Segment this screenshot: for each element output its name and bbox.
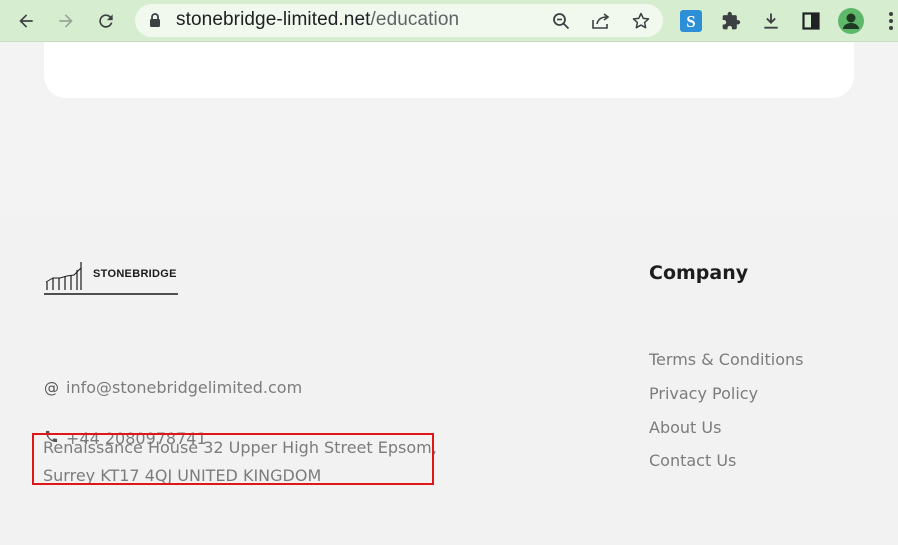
menu-icon[interactable]: [878, 8, 898, 34]
lock-icon: [150, 13, 160, 27]
address-highlight-box: [32, 433, 434, 485]
reload-button[interactable]: [91, 6, 121, 36]
content-card: [44, 42, 854, 98]
svg-text:S: S: [686, 12, 695, 31]
zoom-icon[interactable]: [550, 10, 572, 32]
email-link[interactable]: info@stonebridgelimited.com: [66, 378, 302, 397]
privacy-link[interactable]: Privacy Policy: [649, 384, 758, 403]
back-button[interactable]: [11, 6, 41, 36]
forward-button[interactable]: [51, 6, 81, 36]
back-arrow-icon: [19, 14, 33, 28]
profile-icon[interactable]: [838, 8, 864, 34]
share-icon[interactable]: [590, 10, 612, 32]
browser-toolbar: stonebridge-limited.net/education S: [0, 0, 898, 42]
company-heading: Company: [649, 262, 749, 284]
about-link[interactable]: About Us: [649, 418, 721, 437]
forward-arrow-icon: [59, 14, 73, 28]
reload-icon: [99, 14, 113, 28]
address-bar[interactable]: stonebridge-limited.net/education: [135, 4, 663, 37]
email-row: @ info@stonebridgelimited.com: [44, 378, 302, 397]
stonebridge-logo[interactable]: STONEBRIDGE: [44, 258, 178, 296]
extension-s-icon[interactable]: S: [678, 8, 704, 34]
contact-link[interactable]: Contact Us: [649, 451, 736, 470]
url-text: stonebridge-limited.net/education: [176, 9, 460, 30]
logo-text: STONEBRIDGE: [93, 268, 177, 280]
terms-link[interactable]: Terms & Conditions: [649, 350, 803, 369]
at-icon: @: [44, 379, 59, 397]
download-icon[interactable]: [758, 8, 784, 34]
puzzle-icon[interactable]: [718, 8, 744, 34]
star-icon[interactable]: [630, 10, 652, 32]
side-panel-icon[interactable]: [798, 8, 824, 34]
